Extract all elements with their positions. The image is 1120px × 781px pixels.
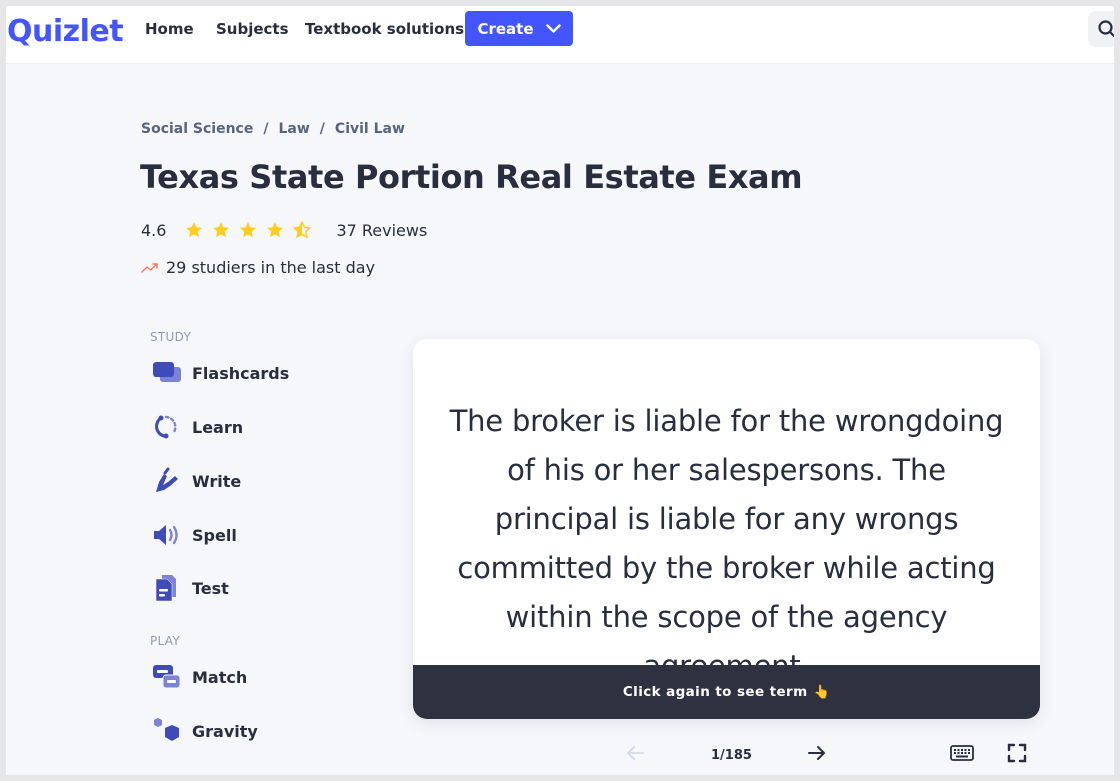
mode-label: Match <box>192 667 248 687</box>
mode-label: Write <box>192 471 242 491</box>
chevron-down-icon <box>545 23 561 33</box>
play-section-label: PLAY <box>150 634 181 648</box>
star-half-icon <box>293 221 312 238</box>
learn-icon <box>155 415 177 439</box>
page-title: Texas State Portion Real Estate Exam <box>140 158 803 196</box>
page: Quizlet Home Subjects Textbook solutions… <box>6 6 1114 775</box>
mode-gravity[interactable]: Gravity <box>152 716 258 746</box>
fullscreen-icon <box>1007 743 1027 763</box>
mode-learn[interactable]: Learn <box>152 412 243 442</box>
rating-row: 4.6 37 Reviews <box>141 220 427 240</box>
keyboard-shortcuts-button[interactable] <box>947 740 977 766</box>
mode-test[interactable]: Test <box>152 573 229 603</box>
breadcrumb-separator: / <box>319 121 325 137</box>
mode-label: Spell <box>192 525 237 545</box>
fullscreen-button[interactable] <box>1002 740 1032 766</box>
arrow-left-icon <box>627 746 644 760</box>
previous-card-button[interactable] <box>620 740 650 766</box>
star-rating[interactable] <box>184 220 312 240</box>
search-icon <box>1098 20 1114 38</box>
reviews-link[interactable]: 37 Reviews <box>336 221 427 240</box>
nav-textbook-solutions-link[interactable]: Textbook solutions <box>305 20 464 38</box>
star-full-icon <box>240 222 257 238</box>
studiers-stat: 29 studiers in the last day <box>141 258 375 277</box>
write-icon <box>156 467 178 492</box>
breadcrumb-separator: / <box>263 121 269 137</box>
mode-label: Learn <box>192 417 244 437</box>
quizlet-logo[interactable]: Quizlet <box>7 14 124 49</box>
flashcard-flip-hint: Click again to see term 👆 <box>413 665 1040 719</box>
star-full-icon <box>213 222 230 238</box>
test-icon <box>155 575 176 602</box>
breadcrumb: Social Science / Law / Civil Law <box>141 121 405 137</box>
star-full-icon <box>267 222 284 238</box>
flip-hint-text: Click again to see term <box>622 684 808 700</box>
studiers-text: 29 studiers in the last day <box>166 258 376 277</box>
nav-subjects-link[interactable]: Subjects <box>216 20 289 38</box>
breadcrumb-civil-law[interactable]: Civil Law <box>335 121 405 137</box>
top-navigation-bar: Quizlet Home Subjects Textbook solutions… <box>6 6 1114 64</box>
mode-flashcards[interactable]: Flashcards <box>152 358 289 388</box>
breadcrumb-law[interactable]: Law <box>278 121 309 137</box>
rating-value: 4.6 <box>141 220 167 240</box>
card-counter: 1/185 <box>711 748 752 763</box>
create-button-label: Create <box>477 19 534 38</box>
keyboard-icon <box>950 745 974 761</box>
gravity-icon <box>154 718 179 741</box>
match-icon <box>153 665 181 689</box>
mode-write[interactable]: Write <box>152 466 241 496</box>
spell-icon <box>154 525 178 545</box>
arrow-right-icon <box>808 746 825 760</box>
mode-label: Gravity <box>192 721 258 741</box>
flashcard-definition: The broker is liable for the wrongdoing … <box>449 404 1004 683</box>
flashcards-icon <box>153 362 181 382</box>
pointing-hand-icon: 👆 <box>813 684 831 700</box>
mode-label: Flashcards <box>192 363 290 383</box>
search-button[interactable] <box>1088 11 1114 47</box>
trending-up-icon <box>141 262 158 273</box>
breadcrumb-social-science[interactable]: Social Science <box>141 121 253 137</box>
mode-match[interactable]: Match <box>152 662 247 692</box>
mode-label: Test <box>192 578 229 598</box>
flashcard[interactable]: The broker is liable for the wrongdoing … <box>413 339 1040 719</box>
next-card-button[interactable] <box>802 740 832 766</box>
create-button[interactable]: Create <box>465 11 573 46</box>
mode-spell[interactable]: Spell <box>152 520 237 550</box>
star-full-icon <box>186 222 203 238</box>
nav-home-link[interactable]: Home <box>145 20 194 38</box>
study-section-label: STUDY <box>150 330 192 344</box>
